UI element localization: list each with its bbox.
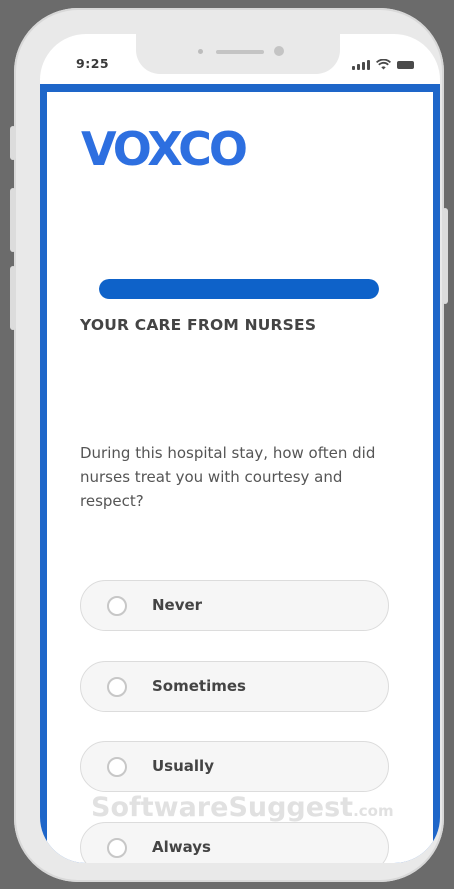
option-sometimes[interactable]: Sometimes: [80, 661, 389, 712]
signal-icon: [352, 59, 370, 70]
radio-icon[interactable]: [107, 596, 127, 616]
option-usually[interactable]: Usually: [80, 741, 389, 792]
camera-icon: [274, 46, 284, 56]
side-button-volume-down: [10, 266, 16, 330]
voxco-logo: VOXCO: [81, 122, 248, 176]
radio-icon[interactable]: [107, 757, 127, 777]
radio-icon[interactable]: [107, 838, 127, 858]
question-text: During this hospital stay, how often did…: [80, 444, 376, 510]
wifi-icon: [376, 59, 391, 70]
phone-frame: 9:25 VOXCO YOUR CARE FROM NURSES During …: [10, 8, 448, 882]
section-title: YOUR CARE FROM NURSES: [80, 316, 317, 334]
status-bar: 9:25: [40, 34, 440, 84]
option-label: Usually: [152, 757, 214, 775]
survey-progress-fill: [99, 279, 379, 299]
watermark-text: SoftwareSuggest: [91, 792, 354, 823]
sensor-dot: [198, 49, 203, 54]
side-button-volume-up: [10, 188, 16, 252]
option-label: Always: [152, 838, 211, 856]
survey-content: VOXCO YOUR CARE FROM NURSES During this …: [47, 92, 433, 863]
survey-progress-bar: [99, 279, 379, 299]
notch: [136, 34, 340, 74]
radio-icon[interactable]: [107, 677, 127, 697]
option-always[interactable]: Always: [80, 822, 389, 863]
speaker-grille: [216, 50, 264, 54]
phone-screen: 9:25 VOXCO YOUR CARE FROM NURSES During …: [40, 34, 440, 863]
watermark: SoftwareSuggest.com: [91, 792, 394, 823]
battery-icon: [397, 61, 414, 69]
watermark-suffix: .com: [353, 802, 394, 820]
side-button-power: [442, 208, 448, 304]
option-never[interactable]: Never: [80, 580, 389, 631]
option-label: Sometimes: [152, 677, 246, 695]
status-time: 9:25: [76, 56, 110, 71]
side-button-mute: [10, 126, 16, 160]
status-icons: [352, 56, 414, 70]
option-label: Never: [152, 596, 203, 614]
